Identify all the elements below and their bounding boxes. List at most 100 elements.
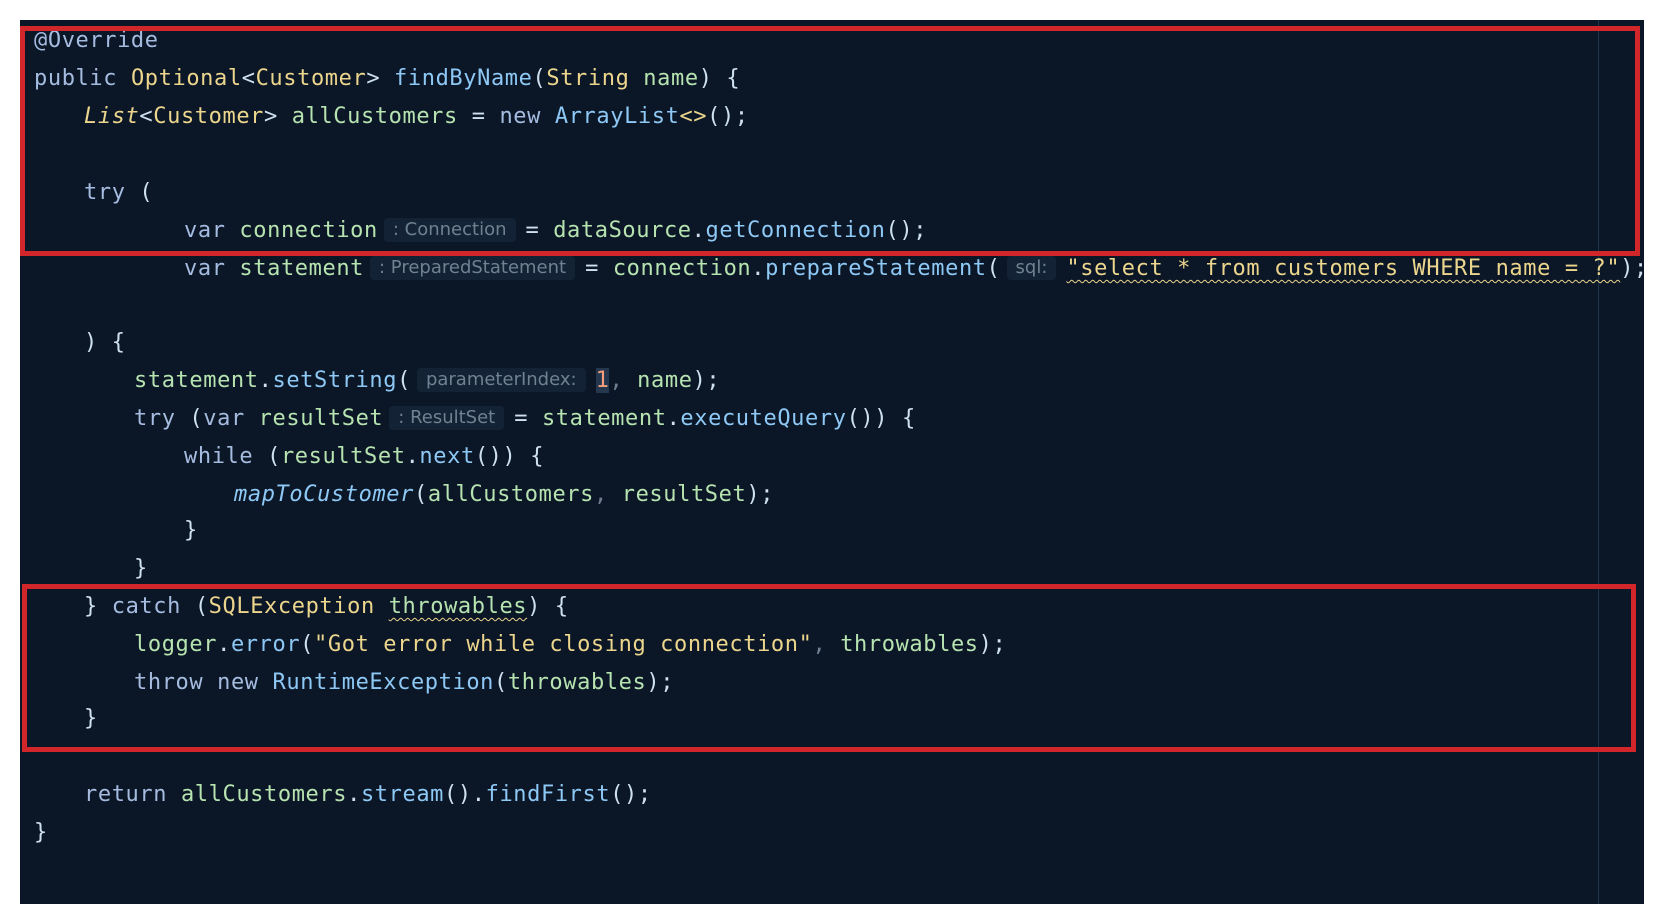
close-brace: } [34,820,48,845]
type-customer: Customer [153,104,265,129]
paren-close-brace: ) { [698,66,741,91]
param-name: name [643,66,699,91]
method-error: error [230,632,301,657]
paren-open: ( [139,180,154,205]
number-literal: 1 [595,368,610,393]
logger-ref: logger [134,632,218,657]
keyword-var: var [184,256,226,281]
keyword-catch: catch [111,594,181,619]
keyword-new: new [217,670,259,695]
type-list: List [84,104,140,129]
sql-string-literal: "select * from customers WHERE name = ?" [1066,256,1621,281]
code-line-10: statement.setString(parameterIndex: 1, na… [134,366,720,396]
variable-resultset: resultSet [258,406,384,431]
dot: . [666,406,681,431]
keyword-return: return [84,782,168,807]
code-line-18: throw new RuntimeException(throwables); [134,668,674,698]
code-line-22: } [34,818,48,848]
variable-connection: connection [239,218,378,243]
connection-ref: connection [612,256,752,281]
method-preparestatement: prepareStatement [765,256,987,281]
keyword-var: var [203,406,245,431]
code-line-15: } [134,554,148,584]
generic-open: < [241,66,256,91]
generic-open: < [139,104,154,129]
call-end: (); [707,104,749,129]
override-annotation: @Override [34,28,159,53]
method-setstring: setString [272,368,398,393]
keyword-new: new [499,104,541,129]
call-end: (); [885,218,928,243]
paren-close-brace: ) { [527,594,569,619]
code-line-1: @Override [34,26,159,56]
assign-operator: = [585,256,613,281]
method-stream: stream [360,782,445,807]
keyword-public: public [34,66,118,91]
type-hint-resultset: : ResultSet [389,406,505,430]
paren-open: ( [397,368,411,393]
call-end: ); [646,670,675,695]
dot: . [258,368,273,393]
code-line-7: var statement: PreparedStatement = connec… [184,254,1644,284]
code-line-5: try ( [84,178,153,208]
dot: . [471,782,486,807]
type-arraylist: ArrayList [554,104,680,129]
code-line-2: public Optional<Customer> findByName(Str… [34,64,740,94]
comma: , [594,482,608,507]
variable-throwables: throwables [388,594,528,619]
call-end: (); [610,782,652,807]
code-line-3: List<Customer> allCustomers = new ArrayL… [84,102,749,132]
type-sqlexception: SQLException [208,594,375,619]
code-line-21: return allCustomers.stream().findFirst()… [84,780,652,810]
type-runtimeexception: RuntimeException [272,670,495,695]
dot: . [217,632,231,657]
type-string: String [546,66,630,91]
paren-open: ( [414,482,428,507]
right-margin-guide [1598,20,1599,904]
name-ref: name [637,368,693,393]
datasource-ref: dataSource [553,218,692,243]
call-end-brace: ()) { [846,406,916,431]
method-getconnection: getConnection [705,218,886,243]
code-line-13: mapToCustomer(allCustomers, resultSet); [234,480,774,510]
method-maptocustomer: mapToCustomer [234,482,414,507]
variable-allcustomers: allCustomers [291,104,458,129]
close-brace: } [184,518,198,543]
comma: , [812,632,827,657]
type-optional: Optional [130,66,242,91]
assign-operator: = [525,218,554,243]
paren-open: ( [986,256,1001,281]
paren-open: ( [300,632,315,657]
keyword-throw: throw [134,670,204,695]
paren-open: ( [532,66,547,91]
diamond-operator: <> [679,104,708,129]
code-line-14: } [184,516,198,546]
keyword-while: while [184,444,254,469]
call-parens: () [444,782,472,807]
generic-close: > [366,66,381,91]
code-editor[interactable]: @Override public Optional<Customer> find… [20,20,1644,904]
paren-open: ( [189,406,204,431]
resultset-ref: resultSet [621,482,747,507]
paren-open: ( [267,444,281,469]
code-line-12: while (resultSet.next()) { [184,442,544,472]
close-brace: } [84,594,98,619]
close-brace: } [84,706,98,731]
param-hint-parameterindex: parameterIndex: [416,368,586,392]
throwables-ref: throwables [507,670,647,695]
resultset-ref: resultSet [280,444,406,469]
statement-ref: statement [541,406,667,431]
method-name: findByName [394,66,533,91]
type-hint-preparedstatement: : PreparedStatement [370,256,576,280]
call-end-brace: ()) { [474,444,545,469]
code-line-16: } catch (SQLException throwables) { [84,592,569,622]
dot: . [751,256,766,281]
method-next: next [419,444,475,469]
allcustomers-ref: allCustomers [180,782,348,807]
assign-operator: = [457,104,500,129]
allcustomers-ref: allCustomers [427,482,595,507]
method-executequery: executeQuery [680,406,847,431]
assign-operator: = [514,406,542,431]
call-end: ); [978,632,1007,657]
paren-open: ( [494,670,508,695]
